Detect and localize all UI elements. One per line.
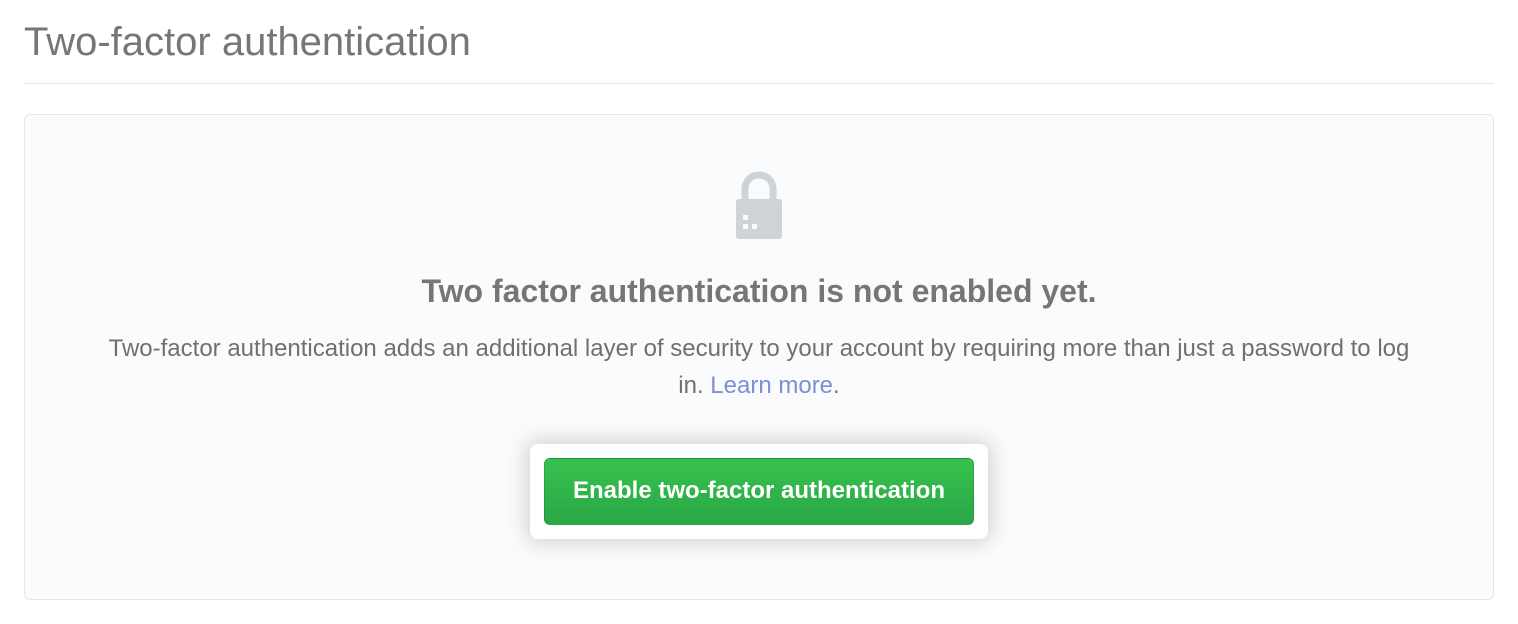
- button-highlight-wrap: Enable two-factor authentication: [530, 444, 988, 539]
- learn-more-link[interactable]: Learn more: [710, 372, 833, 399]
- page-title: Two-factor authentication: [24, 20, 1494, 84]
- lock-icon: [731, 171, 787, 243]
- card-description: Two-factor authentication adds an additi…: [104, 330, 1414, 404]
- enable-two-factor-button[interactable]: Enable two-factor authentication: [544, 458, 974, 525]
- two-factor-card: Two factor authentication is not enabled…: [24, 114, 1494, 600]
- card-title: Two factor authentication is not enabled…: [85, 273, 1433, 310]
- card-desc-period: .: [833, 372, 840, 399]
